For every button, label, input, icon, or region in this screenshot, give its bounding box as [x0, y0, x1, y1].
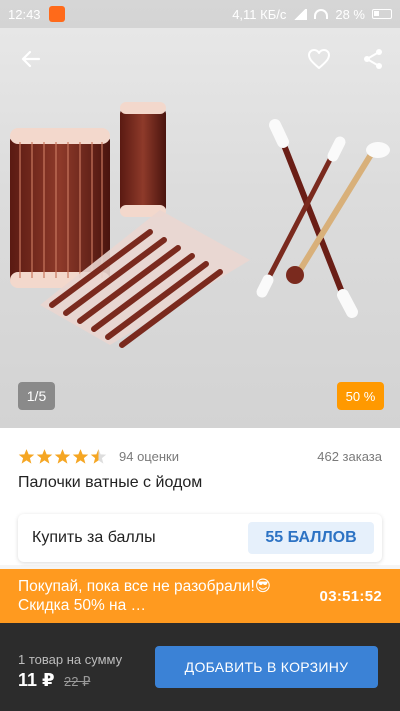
rating-count: 94 оценки	[119, 448, 179, 464]
current-price: 11 ₽	[18, 670, 55, 690]
star-icon	[72, 448, 89, 464]
status-bar: 12:43 4,11 КБ/с 28 %	[0, 0, 400, 28]
heart-icon	[308, 49, 330, 69]
favorite-button[interactable]	[304, 44, 334, 74]
star-icon	[90, 448, 107, 464]
orders-count: 462 заказа	[317, 448, 382, 464]
cart-sum-label: 1 товар на сумму	[18, 652, 123, 667]
wifi-icon	[314, 9, 329, 19]
signal-icon	[293, 8, 308, 20]
status-right: 4,11 КБ/с 28 %	[232, 7, 392, 22]
points-button[interactable]: 55 БАЛЛОВ	[248, 522, 374, 554]
bottom-bar: 1 товар на сумму 11 ₽ 22 ₽ ДОБАВИТЬ В КО…	[0, 623, 400, 711]
network-speed: 4,11 КБ/с	[232, 6, 287, 22]
star-icon	[18, 448, 35, 464]
buy-with-points-label: Купить за баллы	[32, 529, 156, 546]
battery-icon	[372, 9, 392, 19]
promo-banner[interactable]: Покупай, пока все не разобрали!😎 Скидка …	[0, 569, 400, 623]
star-icon	[36, 448, 53, 464]
gallery-page-counter: 1/5	[18, 382, 55, 410]
rating-stars	[18, 448, 107, 465]
promo-timer: 03:51:52	[319, 587, 382, 605]
product-title: Палочки ватные с йодом	[18, 474, 203, 491]
product-image-gallery[interactable]: 12:43 4,11 КБ/с 28 % 1/5 50 %	[0, 0, 400, 428]
share-icon	[364, 49, 382, 69]
share-button[interactable]	[358, 44, 388, 74]
product-page: 12:43 4,11 КБ/с 28 % 1/5 50 % 94 оценки …	[0, 0, 400, 711]
status-time: 12:43	[8, 6, 41, 22]
back-button[interactable]	[16, 44, 46, 74]
promo-text: Покупай, пока все не разобрали!😎 Скидка …	[18, 578, 271, 614]
rating-row[interactable]: 94 оценки 462 заказа	[18, 446, 382, 466]
star-icon	[54, 448, 71, 464]
old-price: 22 ₽	[64, 674, 91, 689]
buy-with-points-card[interactable]: Купить за баллы 55 БАЛЛОВ	[18, 514, 382, 562]
back-arrow-icon	[21, 50, 41, 68]
app-notification-icon	[48, 6, 65, 22]
product-photo	[10, 102, 390, 348]
add-to-cart-button[interactable]: ДОБАВИТЬ В КОРЗИНУ	[155, 646, 378, 688]
discount-badge: 50 %	[337, 382, 384, 410]
battery-percent: 28 %	[335, 6, 365, 22]
